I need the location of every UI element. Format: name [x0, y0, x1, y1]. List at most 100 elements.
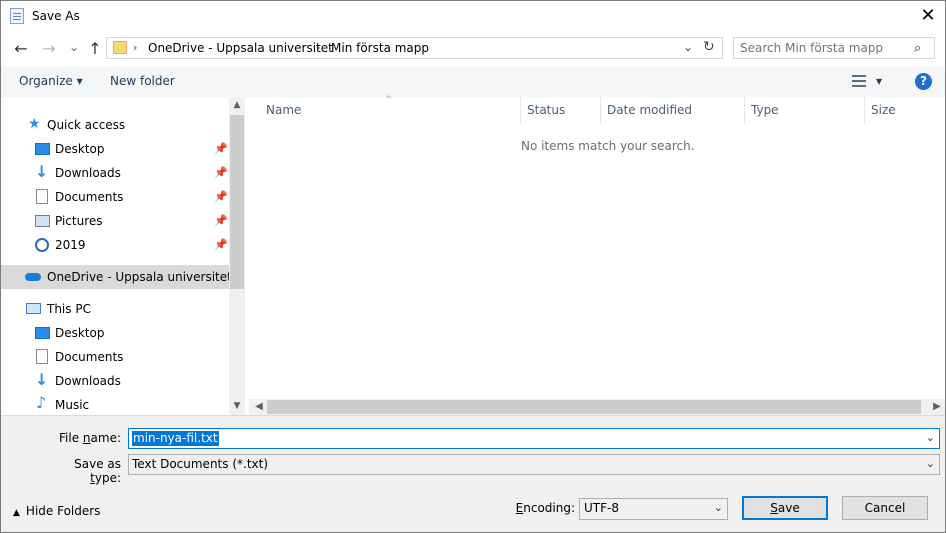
column-divider[interactable]: [744, 97, 745, 123]
sidebar-item-pc-music[interactable]: ♪ Music: [1, 393, 229, 415]
sidebar-item-pc-desktop[interactable]: Desktop: [1, 321, 229, 345]
scroll-down-icon[interactable]: ▼: [229, 401, 245, 411]
chevron-up-icon: ▲: [13, 508, 20, 518]
encoding-label: Encoding:: [515, 501, 575, 515]
file-name-label: File name:: [59, 431, 121, 445]
forward-button[interactable]: →: [38, 38, 60, 60]
sidebar-item-pc-documents[interactable]: Documents: [1, 345, 229, 369]
cancel-button[interactable]: Cancel: [842, 496, 928, 520]
save-form: File name: min-nya-fil.txt ⌄ Save as typ…: [1, 415, 945, 532]
hide-folders-button[interactable]: ▲ Hide Folders: [13, 504, 100, 518]
sidebar-item-desktop[interactable]: Desktop 📌: [1, 137, 229, 161]
sidebar-item-label: Desktop: [55, 326, 105, 340]
save-type-label: Save as type:: [74, 457, 121, 485]
content-scrollbar[interactable]: ◀ ▶: [249, 399, 945, 415]
file-name-field[interactable]: min-nya-fil.txt ⌄: [128, 428, 940, 449]
scroll-right-icon[interactable]: ▶: [929, 399, 945, 415]
breadcrumb-onedrive[interactable]: OneDrive - Uppsala universitet: [148, 41, 333, 55]
sidebar-item-label: This PC: [47, 302, 91, 316]
breadcrumb-separator: ›: [316, 41, 321, 54]
sidebar-item-2019[interactable]: 2019 📌: [1, 233, 229, 257]
new-folder-button[interactable]: New folder: [110, 74, 175, 88]
documents-icon: [36, 349, 48, 364]
window-title: Save As: [32, 9, 80, 23]
sidebar-item-documents[interactable]: Documents 📌: [1, 185, 229, 209]
sidebar-item-onedrive[interactable]: OneDrive - Uppsala universitet: [1, 265, 232, 289]
save-button[interactable]: Save: [742, 496, 828, 520]
encoding-select[interactable]: UTF-8 ⌄: [579, 498, 728, 520]
file-name-value[interactable]: min-nya-fil.txt: [132, 431, 219, 446]
sidebar-item-label: 2019: [55, 238, 86, 252]
save-type-value: Text Documents (*.txt): [132, 457, 269, 471]
chevron-down-icon[interactable]: ⌄: [683, 40, 693, 54]
sidebar-item-label: Music: [55, 398, 90, 412]
pin-icon[interactable]: 📌: [214, 161, 228, 185]
sidebar-scrollbar[interactable]: ▲ ▼: [229, 97, 245, 415]
sidebar-item-this-pc[interactable]: This PC: [1, 297, 229, 321]
close-button[interactable]: ✕: [913, 3, 943, 29]
column-header-name[interactable]: Name: [266, 103, 301, 117]
column-header-status[interactable]: Status: [527, 103, 565, 117]
sort-up-icon: ^: [385, 95, 393, 105]
view-options-icon[interactable]: [852, 75, 866, 87]
column-header-size[interactable]: Size: [871, 103, 896, 117]
scrollbar-thumb[interactable]: [267, 400, 921, 414]
search-box[interactable]: ⌕: [733, 37, 935, 59]
back-button[interactable]: ←: [10, 38, 32, 60]
chevron-down-icon[interactable]: ⌄: [926, 457, 935, 470]
scrollbar-thumb[interactable]: [230, 115, 244, 289]
pin-icon[interactable]: 📌: [214, 185, 228, 209]
column-divider[interactable]: [600, 97, 601, 123]
sidebar-item-label: Documents: [55, 190, 124, 204]
column-header-date-modified[interactable]: Date modified: [607, 103, 692, 117]
chevron-down-icon[interactable]: ⌄: [714, 501, 723, 514]
documents-icon: [36, 189, 48, 204]
sidebar-item-label: Downloads: [55, 166, 121, 180]
organize-button[interactable]: Organize ▾: [19, 74, 83, 88]
folder-sync-icon: [35, 238, 49, 252]
address-bar[interactable]: › OneDrive - Uppsala universitet › Min f…: [106, 37, 723, 59]
up-button[interactable]: ↑: [84, 38, 106, 60]
sidebar-item-quick-access[interactable]: ★ Quick access: [1, 113, 229, 137]
column-divider[interactable]: [520, 97, 521, 123]
sidebar-item-label: OneDrive - Uppsala universitet: [47, 270, 232, 284]
star-icon: ★: [28, 116, 41, 132]
desktop-icon: [35, 327, 50, 339]
view-dropdown-icon[interactable]: ▾: [876, 74, 882, 88]
notepad-icon: [10, 8, 24, 24]
sidebar-item-pc-downloads[interactable]: ↓ Downloads: [1, 369, 229, 393]
breadcrumb-current-folder[interactable]: Min första mapp: [331, 41, 429, 55]
scroll-left-icon[interactable]: ◀: [251, 399, 267, 415]
sidebar-item-pictures[interactable]: Pictures 📌: [1, 209, 229, 233]
pin-icon[interactable]: 📌: [214, 137, 228, 161]
command-bar: Organize ▾ New folder ▾ ?: [1, 67, 945, 97]
desktop-icon: [35, 143, 50, 155]
empty-message: No items match your search.: [521, 139, 695, 153]
navigation-pane: ★ Quick access Desktop 📌 ↓ Downloads 📌 D…: [1, 97, 245, 415]
sidebar-item-downloads[interactable]: ↓ Downloads 📌: [1, 161, 229, 185]
search-icon[interactable]: ⌕: [914, 41, 921, 56]
download-icon: ↓: [35, 370, 49, 389]
breadcrumb-separator: ›: [133, 41, 138, 54]
pin-icon[interactable]: 📌: [214, 209, 228, 233]
encoding-value: UTF-8: [584, 501, 619, 515]
sidebar-item-label: Downloads: [55, 374, 121, 388]
column-header-type[interactable]: Type: [751, 103, 779, 117]
scroll-up-icon[interactable]: ▲: [229, 100, 245, 110]
recent-locations-icon[interactable]: ⌄: [63, 36, 85, 58]
file-list: ^ Name Status Date modified Type Size No…: [245, 95, 945, 415]
search-input[interactable]: [740, 40, 905, 56]
computer-icon: [26, 303, 41, 314]
chevron-down-icon[interactable]: ⌄: [926, 431, 935, 444]
title-bar: Save As ✕: [1, 1, 945, 32]
download-icon: ↓: [35, 162, 49, 181]
folder-icon: [113, 41, 127, 54]
sidebar-item-label: Quick access: [47, 118, 126, 132]
pin-icon[interactable]: 📌: [214, 233, 228, 257]
refresh-icon[interactable]: ↻: [703, 39, 715, 55]
sidebar-item-label: Desktop: [55, 142, 105, 156]
help-button[interactable]: ?: [915, 73, 932, 90]
save-type-select[interactable]: Text Documents (*.txt) ⌄: [128, 454, 940, 475]
column-divider[interactable]: [864, 97, 865, 123]
save-as-dialog: Save As ✕ ← → ⌄ ↑ › OneDrive - Uppsala u…: [0, 0, 946, 533]
